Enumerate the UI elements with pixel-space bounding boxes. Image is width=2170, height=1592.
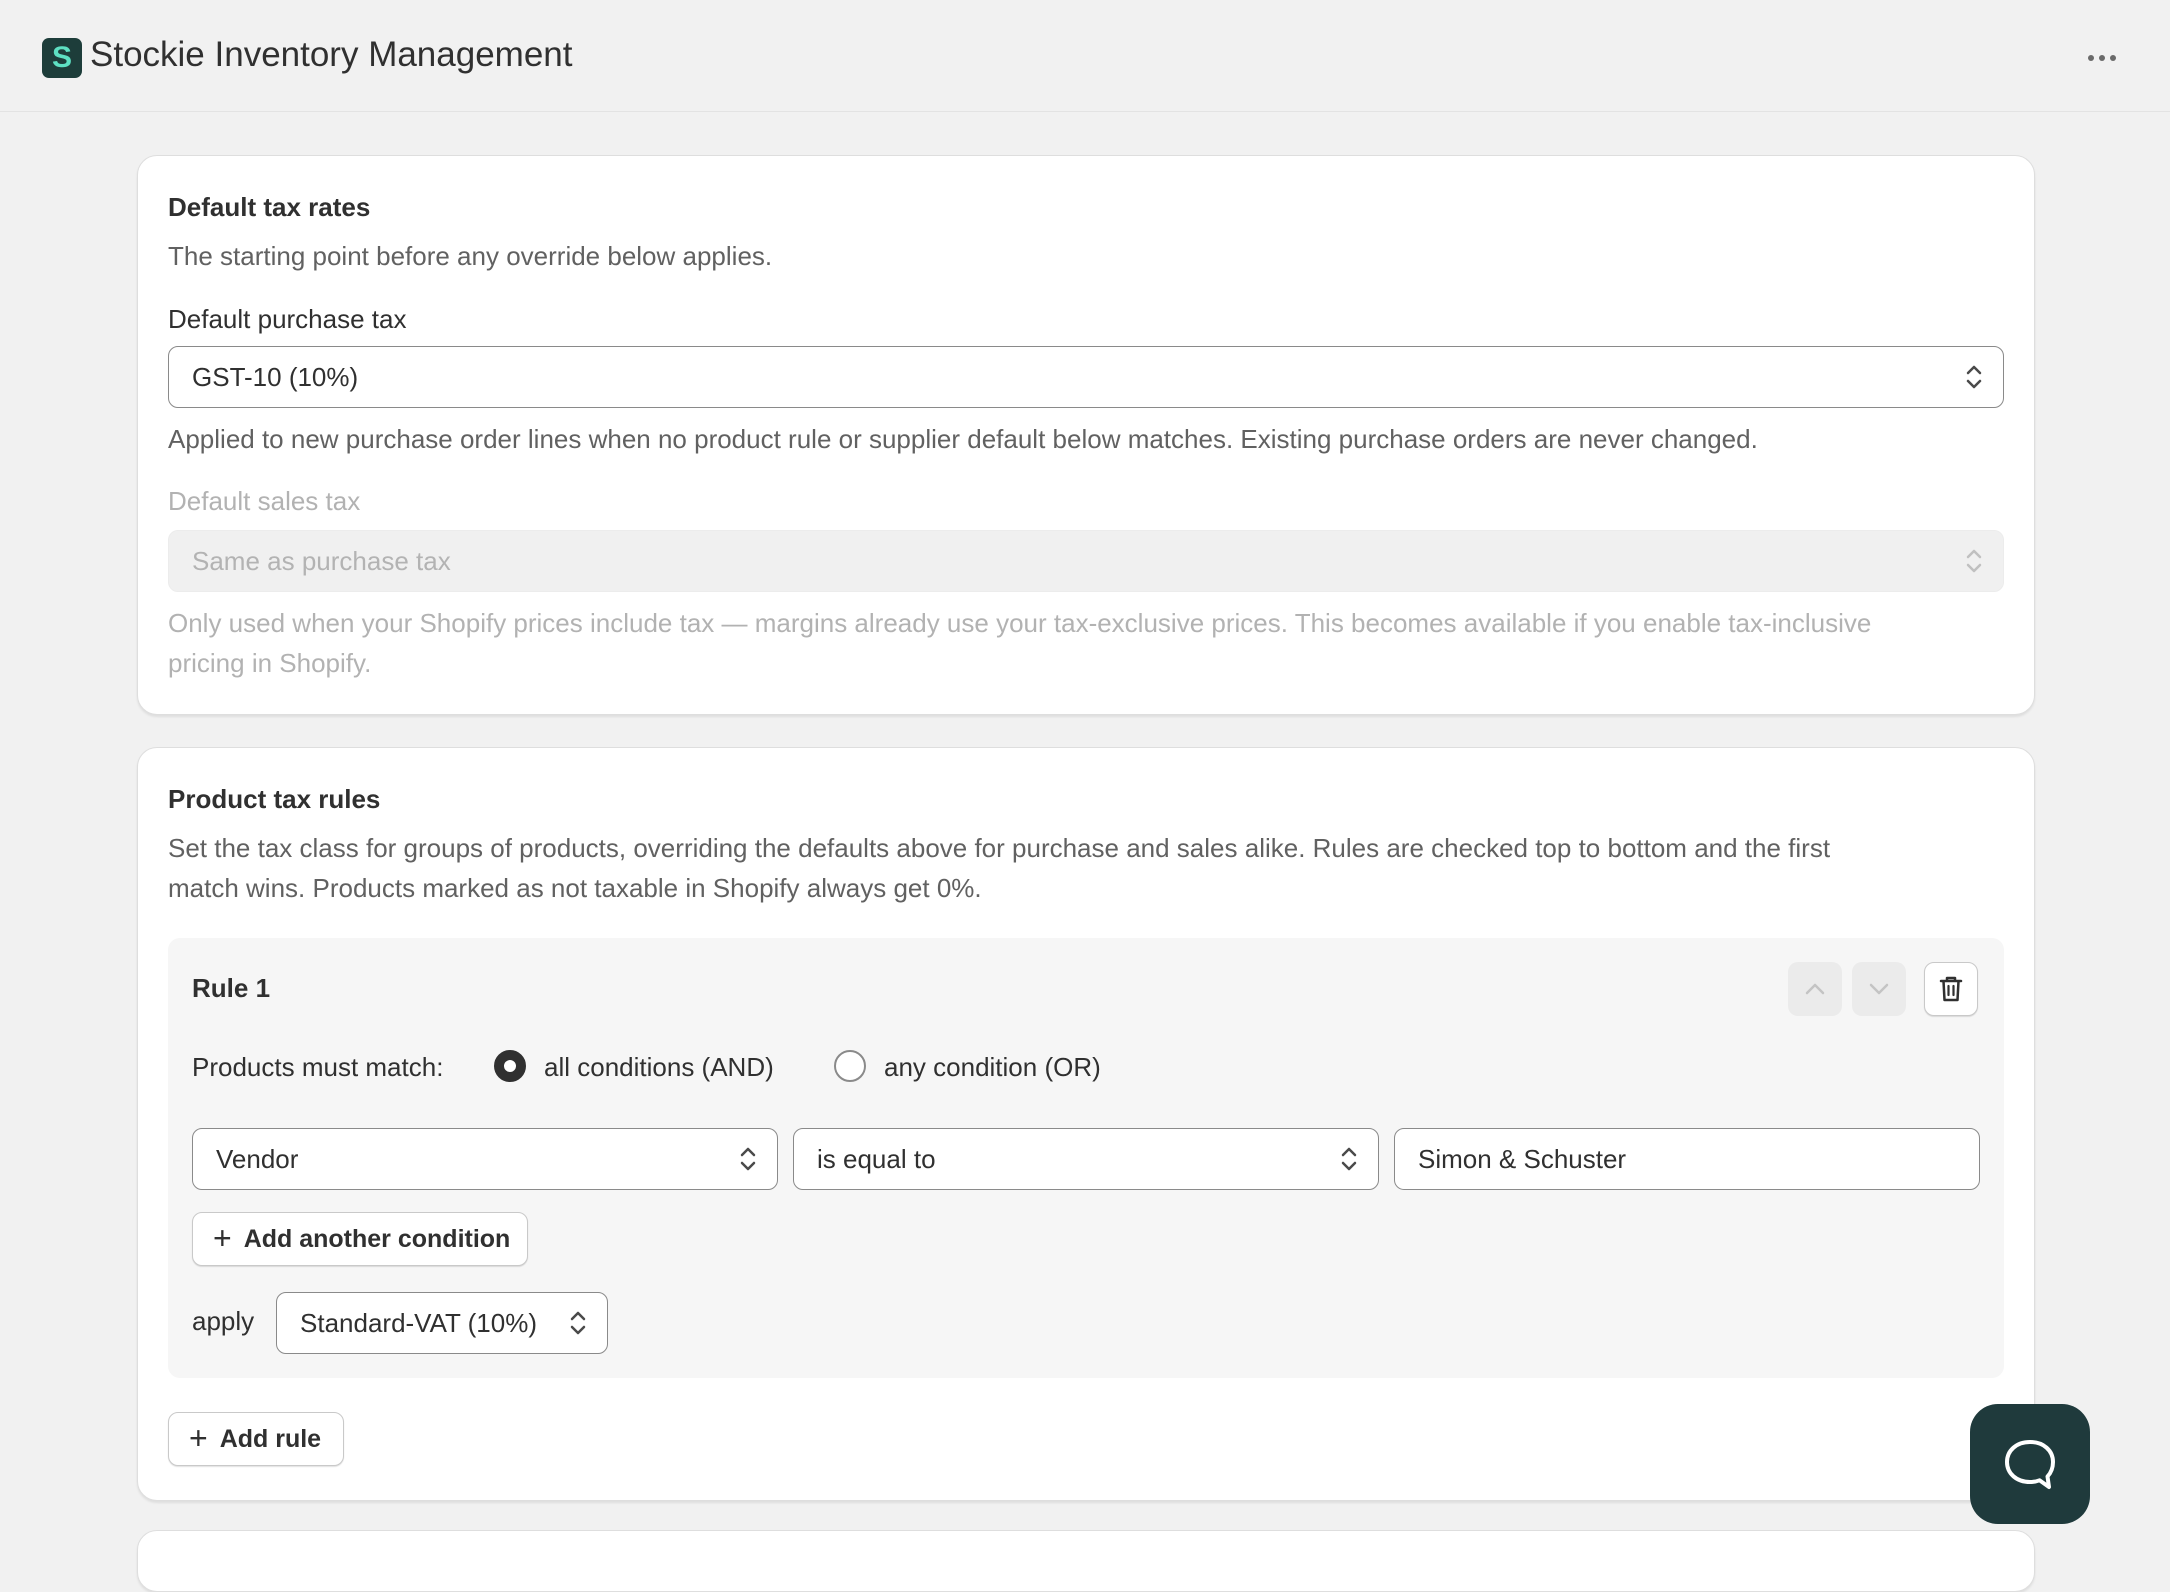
- rule-title: Rule 1: [192, 973, 271, 1003]
- product-tax-rules-card: Product tax rules Set the tax class for …: [137, 747, 2035, 1501]
- apply-tax-class-value: Standard-VAT (10%): [300, 1307, 537, 1338]
- add-condition-button[interactable]: + Add another condition: [192, 1212, 528, 1266]
- next-settings-card: [137, 1530, 2035, 1592]
- condition-value-text: Simon & Schuster: [1418, 1143, 1627, 1174]
- chat-support-button[interactable]: [1970, 1404, 2090, 1524]
- match-any-radio[interactable]: [834, 1050, 866, 1082]
- add-rule-label: Add rule: [219, 1424, 322, 1453]
- app-title: Stockie Inventory Management: [90, 35, 573, 74]
- default-purchase-tax-label: Default purchase tax: [168, 304, 407, 334]
- match-type-label: Products must match:: [192, 1052, 444, 1082]
- chevron-down-icon: [1869, 983, 1889, 995]
- chevron-up-icon: [1805, 983, 1825, 995]
- add-condition-label: Add another condition: [243, 1224, 511, 1253]
- match-all-label[interactable]: all conditions (AND): [544, 1052, 774, 1083]
- plus-icon: +: [213, 1219, 232, 1256]
- product-tax-rules-description: Set the tax class for groups of products…: [168, 828, 2008, 908]
- default-sales-tax-select[interactable]: Same as purchase tax: [168, 530, 2004, 592]
- select-chevron-icon: [570, 1311, 586, 1335]
- app-logo-icon: S: [42, 38, 82, 78]
- default-tax-title: Default tax rates: [168, 192, 371, 222]
- select-chevron-icon: [1341, 1147, 1357, 1171]
- move-rule-down-button[interactable]: [1852, 962, 1906, 1016]
- apply-tax-class-select[interactable]: Standard-VAT (10%): [276, 1292, 608, 1354]
- condition-value-input[interactable]: Simon & Schuster: [1394, 1128, 1980, 1190]
- product-tax-rules-description-line2: match wins. Products marked as not taxab…: [168, 873, 982, 903]
- match-all-radio[interactable]: [494, 1050, 526, 1082]
- move-rule-up-button[interactable]: [1788, 962, 1842, 1016]
- default-sales-tax-help: Only used when your Shopify prices inclu…: [168, 603, 2008, 683]
- rule-card: Rule 1 Products must match: all conditio…: [168, 938, 2004, 1378]
- chat-bubble-icon: [2005, 1440, 2055, 1489]
- default-purchase-tax-value: GST-10 (10%): [192, 361, 359, 392]
- select-chevron-icon: [740, 1147, 756, 1171]
- condition-operator-value: is equal to: [817, 1143, 936, 1174]
- app-header: S Stockie Inventory Management: [0, 0, 2170, 112]
- condition-operator-select[interactable]: is equal to: [793, 1128, 1379, 1190]
- more-actions-icon[interactable]: [2080, 40, 2124, 76]
- default-sales-tax-value: Same as purchase tax: [192, 545, 451, 576]
- default-purchase-tax-select[interactable]: GST-10 (10%): [168, 346, 2004, 408]
- select-chevron-icon: [1966, 365, 1982, 389]
- apply-label: apply: [192, 1306, 255, 1336]
- delete-rule-button[interactable]: [1924, 962, 1978, 1016]
- default-sales-tax-help-line2: pricing in Shopify.: [168, 648, 372, 678]
- condition-field-value: Vendor: [216, 1143, 299, 1174]
- default-tax-subtitle: The starting point before any override b…: [168, 241, 773, 271]
- default-tax-rates-card: Default tax rates The starting point bef…: [137, 155, 2035, 715]
- product-tax-rules-title: Product tax rules: [168, 784, 381, 814]
- condition-field-select[interactable]: Vendor: [192, 1128, 778, 1190]
- default-sales-tax-help-line1: Only used when your Shopify prices inclu…: [168, 608, 1872, 638]
- app-logo-letter: S: [51, 41, 72, 74]
- add-rule-button[interactable]: + Add rule: [168, 1412, 344, 1466]
- select-chevron-icon: [1966, 549, 1982, 573]
- plus-icon: +: [189, 1419, 208, 1456]
- product-tax-rules-description-line1: Set the tax class for groups of products…: [168, 833, 1831, 863]
- default-purchase-tax-help: Applied to new purchase order lines when…: [168, 424, 1758, 454]
- trash-icon: [1939, 976, 1963, 1002]
- default-sales-tax-label: Default sales tax: [168, 486, 361, 516]
- match-any-label[interactable]: any condition (OR): [884, 1052, 1101, 1083]
